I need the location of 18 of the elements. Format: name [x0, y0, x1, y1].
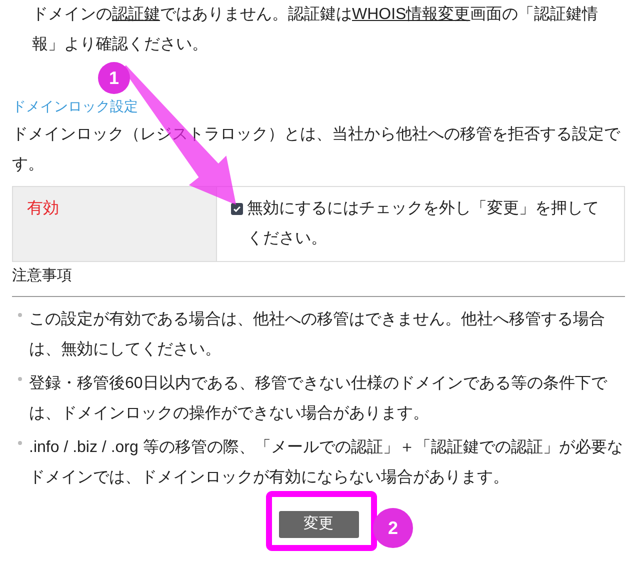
step-marker: 2 [373, 508, 413, 548]
section-description: ドメインロック（レジストラロック）とは、当社から他社への移管を拒否する設定です。 [11, 124, 622, 175]
change-button[interactable]: 変更 [278, 511, 358, 538]
bullet-icon [18, 377, 22, 381]
section-title: ドメインロック設定 [11, 97, 139, 116]
note-text: .info / .biz / .org 等の移管の際、「メールでの認証」＋「認証鍵での認証」が必要なドメインでは、ドメインロックが有効にならない場合があります。 [29, 438, 624, 488]
bullet-icon [18, 441, 22, 445]
intro-link[interactable]: 認証鍵 [112, 6, 160, 23]
bullet-icon [18, 313, 22, 317]
checkbox-label: 無効にするにはチェックを外し「変更」を押してください。 [247, 198, 600, 249]
lock-checkbox[interactable] [231, 203, 243, 215]
intro-link[interactable]: WHOIS情報変更 [352, 6, 470, 23]
intro-paragraph: ドメインの認証鍵ではありません。認証鍵はWHOIS情報変更画面の「認証鍵情報」より確認ください。 [31, 4, 600, 55]
notes-title: 注意事項 [12, 266, 73, 286]
status-label: 有効 [27, 200, 59, 217]
note-text: 登録・移管後60日以内である、移管できない仕様のドメインである等の条件下では、ドメインロックの操作ができない場合があります。 [29, 374, 608, 424]
note-text: この設定が有効である場合は、他社への移管はできません。他社へ移管する場合は、無効にしてください。 [29, 310, 606, 360]
step-marker: 1 [98, 62, 130, 94]
